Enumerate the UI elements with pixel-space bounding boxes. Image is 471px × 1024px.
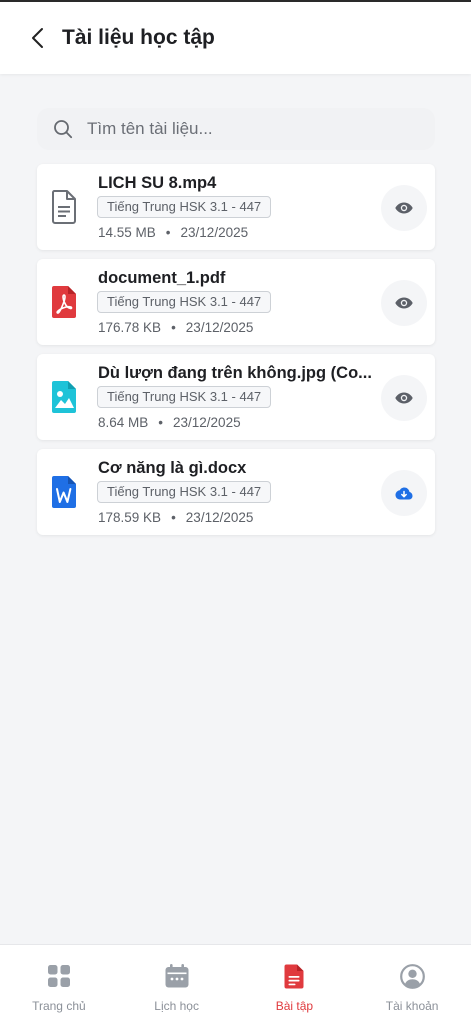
file-name: Dù lượn đang trên không.jpg (Co... xyxy=(98,364,372,382)
file-meta: 176.78 KB • 23/12/2025 xyxy=(98,320,253,335)
file-size: 178.59 KB xyxy=(98,510,162,525)
file-card[interactable]: Dù lượn đang trên không.jpg (Co... Tiếng… xyxy=(37,354,435,440)
file-card[interactable]: document_1.pdf Tiếng Trung HSK 3.1 - 447… xyxy=(37,259,435,345)
file-size: 176.78 KB xyxy=(98,320,162,335)
download-button[interactable] xyxy=(381,470,427,516)
nav-item-home[interactable]: Trang chủ xyxy=(0,945,118,1024)
file-card[interactable]: Cơ năng là gì.docx Tiếng Trung HSK 3.1 -… xyxy=(37,449,435,535)
file-meta: 8.64 MB • 23/12/2025 xyxy=(98,415,241,430)
nav-label: Lịch học xyxy=(154,999,199,1013)
account-user-icon xyxy=(399,963,425,989)
file-card[interactable]: LICH SU 8.mp4 Tiếng Trung HSK 3.1 - 447 … xyxy=(37,164,435,250)
nav-item-account[interactable]: Tài khoản xyxy=(353,945,471,1024)
view-button[interactable] xyxy=(381,375,427,421)
generic-document-icon xyxy=(51,190,77,224)
file-date: 23/12/2025 xyxy=(180,225,249,240)
grid-home-icon xyxy=(46,963,72,989)
chevron-left-icon xyxy=(32,28,43,48)
view-button[interactable] xyxy=(381,280,427,326)
file-name: Cơ năng là gì.docx xyxy=(98,459,247,477)
meta-separator: • xyxy=(158,415,164,430)
view-eye-icon xyxy=(395,297,413,309)
app-header: Tài liệu học tập xyxy=(0,2,471,74)
nav-label: Bài tập xyxy=(275,999,314,1013)
meta-separator: • xyxy=(171,320,176,335)
file-date: 23/12/2025 xyxy=(185,320,254,335)
course-tag: Tiếng Trung HSK 3.1 - 447 xyxy=(97,481,272,503)
bottom-navigation: Trang chủ Lịch học Bài tập Tài khoản xyxy=(0,944,471,1024)
file-meta: 178.59 KB • 23/12/2025 xyxy=(98,510,253,525)
assignment-document-icon xyxy=(281,963,307,989)
download-icon xyxy=(395,487,413,499)
meta-separator: • xyxy=(165,225,171,240)
file-name: document_1.pdf xyxy=(98,269,226,287)
word-file-icon xyxy=(51,475,77,509)
file-date: 23/12/2025 xyxy=(185,510,254,525)
course-tag: Tiếng Trung HSK 3.1 - 447 xyxy=(97,291,272,313)
file-meta: 14.55 MB • 23/12/2025 xyxy=(98,225,248,240)
nav-label: Trang chủ xyxy=(32,999,86,1013)
file-size: 8.64 MB xyxy=(98,415,149,430)
file-size: 14.55 MB xyxy=(98,225,156,240)
meta-separator: • xyxy=(171,510,176,525)
nav-item-assignments[interactable]: Bài tập xyxy=(236,945,354,1024)
view-eye-icon xyxy=(395,392,413,404)
search-icon xyxy=(53,119,73,139)
image-file-icon xyxy=(51,380,77,414)
view-button[interactable] xyxy=(381,185,427,231)
course-tag: Tiếng Trung HSK 3.1 - 447 xyxy=(97,386,272,408)
file-name: LICH SU 8.mp4 xyxy=(98,174,217,192)
pdf-file-icon xyxy=(51,285,77,319)
calendar-icon xyxy=(164,963,190,989)
nav-label: Tài khoản xyxy=(385,999,439,1013)
search-input[interactable] xyxy=(87,119,387,139)
view-eye-icon xyxy=(395,202,413,214)
course-tag: Tiếng Trung HSK 3.1 - 447 xyxy=(97,196,272,218)
back-button[interactable] xyxy=(22,23,52,53)
search-bar[interactable] xyxy=(37,108,435,150)
file-date: 23/12/2025 xyxy=(173,415,241,430)
nav-item-schedule[interactable]: Lịch học xyxy=(118,945,236,1024)
page-title: Tài liệu học tập xyxy=(62,26,215,49)
